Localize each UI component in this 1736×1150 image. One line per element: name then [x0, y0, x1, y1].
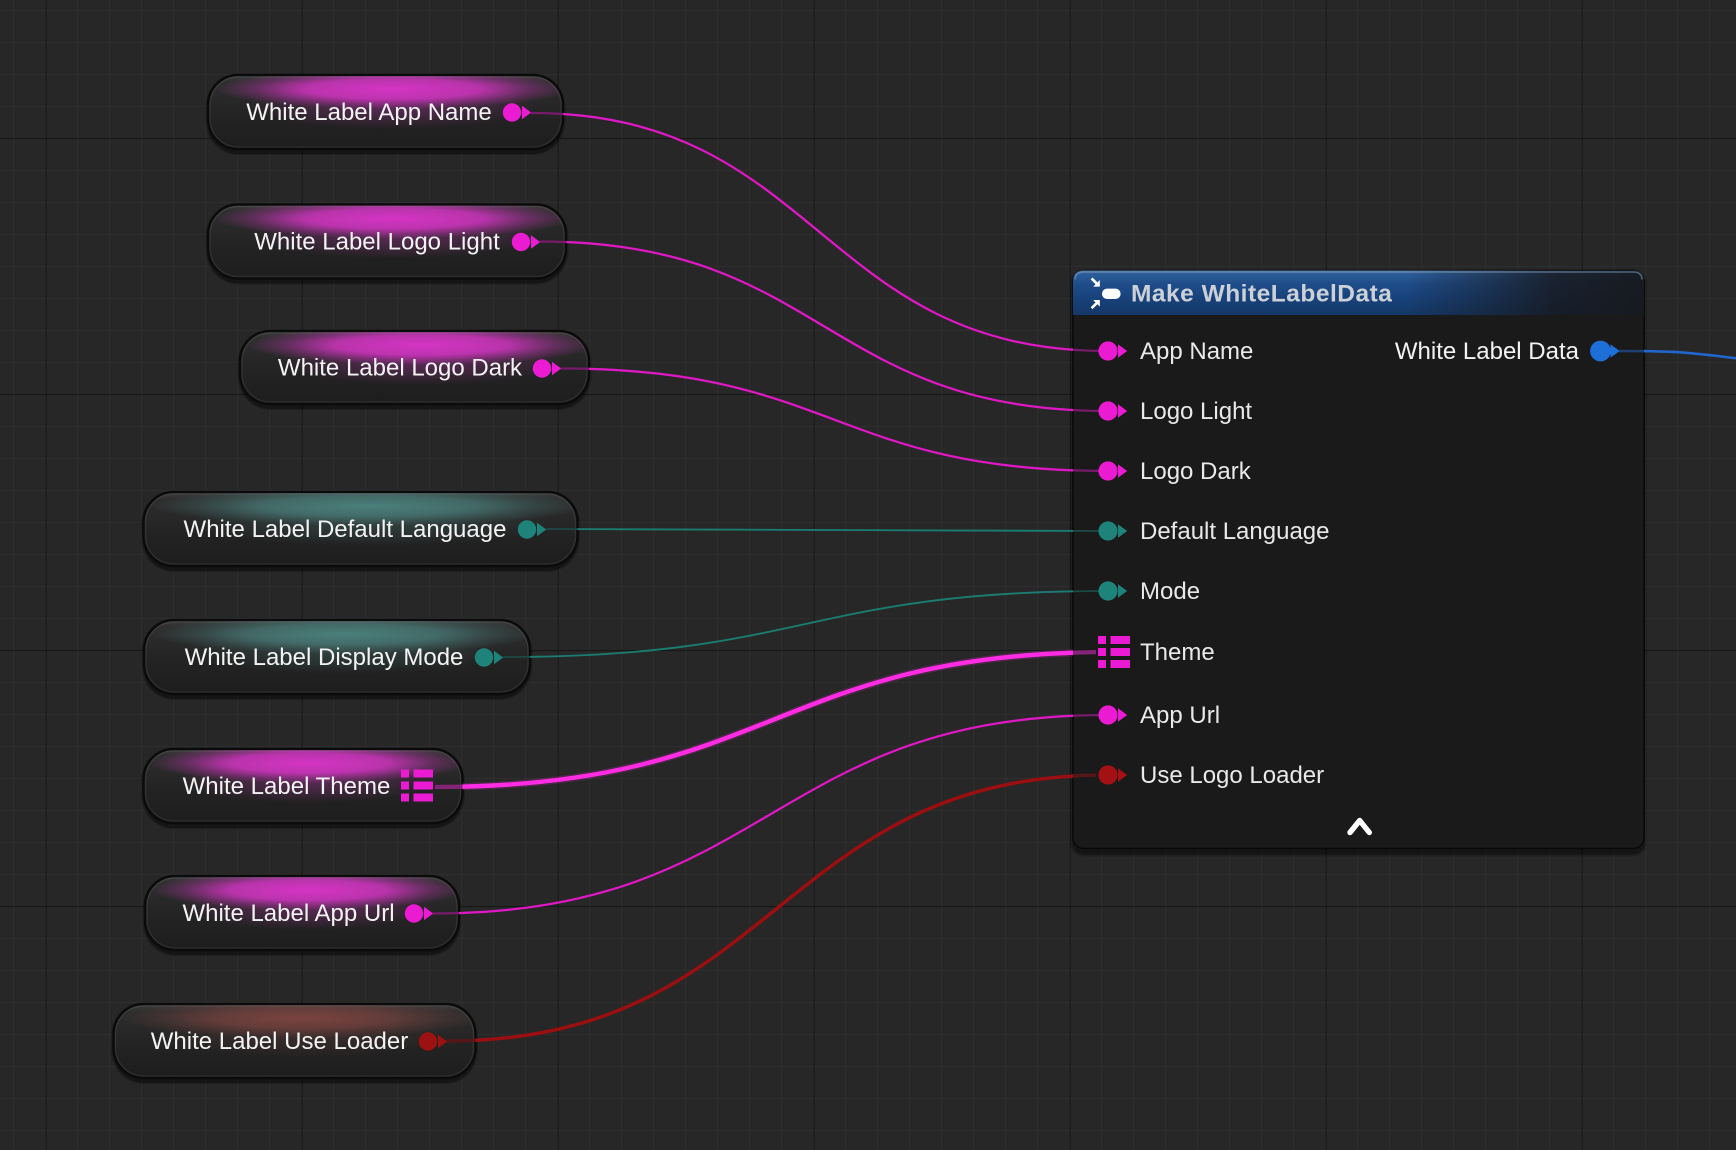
svg-text:White Label Use Loader: White Label Use Loader: [151, 1028, 408, 1055]
svg-text:White Label Data: White Label Data: [1395, 338, 1580, 365]
svg-text:App Name: App Name: [1140, 338, 1253, 365]
svg-text:Logo Light: Logo Light: [1140, 398, 1252, 425]
svg-text:Theme: Theme: [1140, 639, 1215, 666]
svg-text:Mode: Mode: [1140, 578, 1200, 605]
svg-text:White Label Default Language: White Label Default Language: [184, 516, 507, 543]
svg-text:Default Language: Default Language: [1140, 518, 1330, 545]
svg-text:White Label App Url: White Label App Url: [182, 900, 394, 927]
svg-text:White Label Theme: White Label Theme: [183, 773, 391, 800]
svg-text:Use Logo Loader: Use Logo Loader: [1140, 762, 1324, 789]
svg-text:App Url: App Url: [1140, 702, 1220, 729]
svg-text:White Label App Name: White Label App Name: [246, 99, 491, 126]
svg-text:White Label Display Mode: White Label Display Mode: [185, 644, 464, 671]
svg-text:White Label Logo Light: White Label Logo Light: [254, 229, 500, 256]
svg-text:White Label Logo Dark: White Label Logo Dark: [278, 355, 523, 382]
svg-text:Logo Dark: Logo Dark: [1140, 458, 1252, 485]
svg-text:Make WhiteLabelData: Make WhiteLabelData: [1131, 281, 1392, 308]
